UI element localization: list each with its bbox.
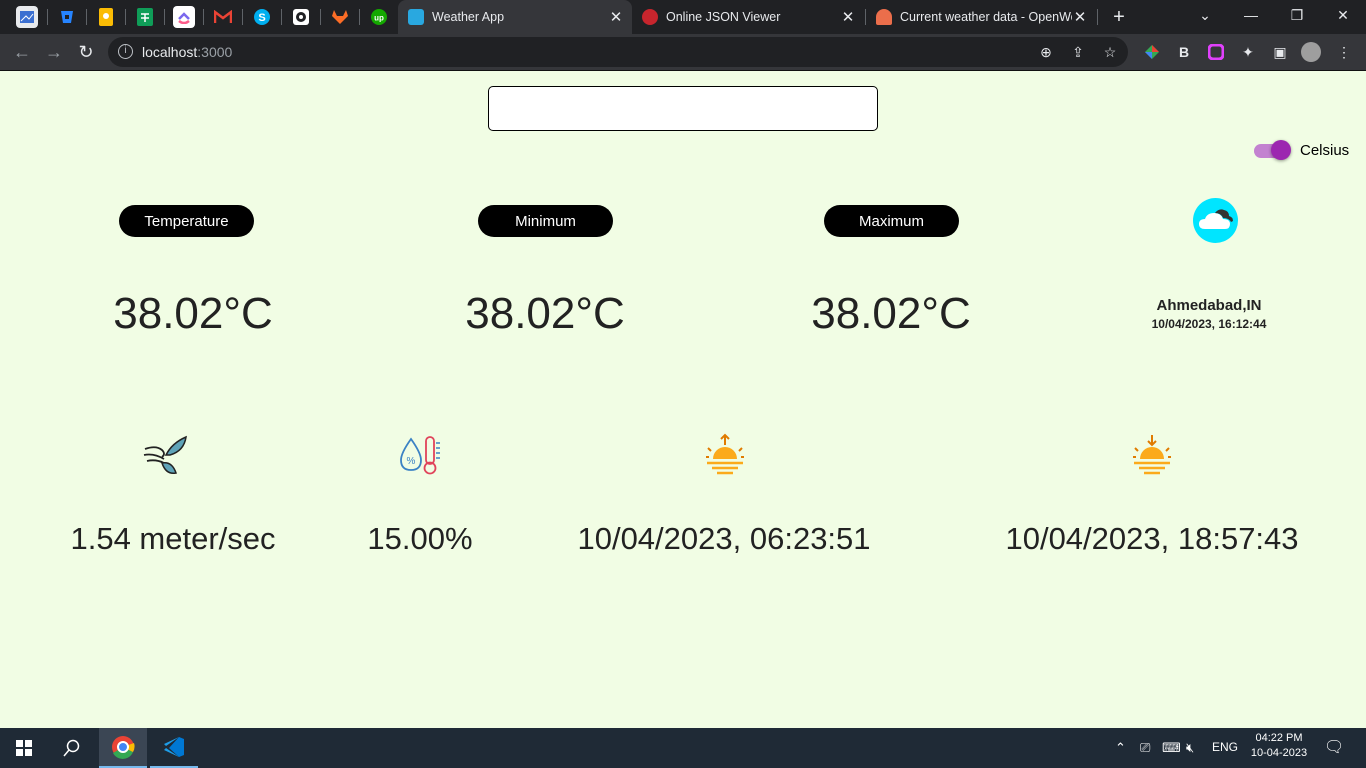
camera-icon[interactable] [290,6,312,28]
bitbucket-icon[interactable] [56,6,78,28]
tab-search-icon[interactable]: ⌄ [1182,0,1228,30]
extensions-puzzle-icon[interactable]: ✦ [1238,42,1258,62]
wind-icon [142,433,188,479]
minimum-label: Minimum [478,205,613,237]
tab-label: Current weather data - OpenWe [900,10,1072,24]
opera-icon [642,9,658,25]
weather-app-icon [408,9,424,25]
tab-label: Weather App [432,10,505,24]
search-icon[interactable] [48,728,96,768]
clock-date: 10-04-2023 [1250,747,1308,759]
sunrise-value: 10/04/2023, 06:23:51 [577,521,871,556]
show-hidden-icons-icon[interactable]: ⌃ [1115,740,1126,756]
zoom-icon[interactable]: ⊕ [1036,42,1056,62]
windows-taskbar: ⌃ ⎚ ⌨ 🔇︎ ENG 04:22 PM 10-04-2023 🗨︎ [0,728,1366,768]
screenshot-icon[interactable] [16,6,38,28]
clock[interactable]: 04:22 PM 10-04-2023 [1249,732,1309,759]
chrome-taskbar-icon[interactable] [99,728,147,768]
svg-text:S: S [258,12,265,24]
volume-muted-icon[interactable]: 🔇︎ [1186,740,1194,756]
share-icon[interactable]: ⇪ [1068,42,1088,62]
unit-label: Celsius [1300,142,1350,159]
minimum-value: 38.02°C [465,289,625,338]
openweather-icon [876,9,892,25]
sunrise-icon [702,433,748,479]
clock-time: 04:22 PM [1255,732,1303,744]
svg-text:up: up [374,14,384,23]
language-indicator[interactable]: ENG [1212,740,1238,754]
close-tab-icon[interactable]: ✕ [1072,8,1088,26]
upwork-icon[interactable]: up [368,6,390,28]
tab-openweather[interactable]: Current weather data - OpenWe ✕ [866,0,1096,34]
bookmark-star-icon[interactable]: ☆ [1100,42,1120,62]
humidity-value: 15.00% [367,521,473,556]
close-tab-icon[interactable]: ✕ [608,8,624,26]
maximum-label: Maximum [824,205,959,237]
skype-icon[interactable]: S [251,6,273,28]
tab-weather-app[interactable]: Weather App ✕ [398,0,632,34]
wind-speed-value: 1.54 meter/sec [70,521,276,556]
svg-text:%: % [407,456,416,467]
temperature-label: Temperature [119,205,254,237]
address-bar[interactable]: i localhost:3000 ⊕ ⇪ ☆ [108,37,1128,67]
side-panel-icon[interactable]: ▣ [1270,42,1290,62]
city-search-input[interactable] [488,86,878,131]
sunset-value: 10/04/2023, 18:57:43 [1005,521,1299,556]
sheets-icon[interactable] [134,6,156,28]
keep-icon[interactable] [95,6,117,28]
gitlab-icon[interactable] [329,6,351,28]
back-button[interactable]: ← [8,38,36,66]
network-icon[interactable]: ⌨ [1162,740,1181,756]
forward-button[interactable]: → [40,38,68,66]
close-window-button[interactable]: ✕ [1320,0,1366,30]
current-datetime: 10/04/2023, 16:12:44 [1151,317,1267,331]
new-tab-button[interactable]: + [1104,0,1134,34]
windows-start-icon[interactable] [0,728,48,768]
browser-toolbar: ← → ↻ i localhost:3000 ⊕ ⇪ ☆ B ✦ ▣ ⋮ [0,34,1366,70]
browser-tab-strip: S up Weather App ✕ Online JSON Viewer ✕ … [0,0,1366,34]
vscode-taskbar-icon[interactable] [150,728,198,768]
gradient-extension-icon[interactable] [1206,42,1226,62]
city-name: Ahmedabad,IN [1156,297,1262,314]
profile-avatar[interactable] [1301,42,1321,62]
weather-app: Celsius Temperature Minimum Maximum 38.0… [0,71,1366,728]
bold-extension-icon[interactable]: B [1174,42,1194,62]
notifications-icon[interactable]: 🗨︎ [1324,737,1344,757]
unit-toggle-switch[interactable] [1254,140,1291,160]
sunset-icon [1129,433,1175,479]
humidity-thermometer-icon: % [397,433,443,479]
maximum-value: 38.02°C [811,289,971,338]
restore-button[interactable]: ❐ [1274,0,1320,30]
minimize-button[interactable]: — [1228,0,1274,30]
site-info-icon[interactable]: i [118,44,133,59]
color-extension-icon[interactable] [1142,42,1162,62]
reload-button[interactable]: ↻ [72,38,100,66]
tab-json-viewer[interactable]: Online JSON Viewer ✕ [632,0,864,34]
close-tab-icon[interactable]: ✕ [840,8,856,26]
meet-now-icon[interactable]: ⎚ [1140,740,1150,756]
gmail-icon[interactable] [212,6,234,28]
temperature-value: 38.02°C [113,289,273,338]
tab-label: Online JSON Viewer [666,10,781,24]
menu-kebab-icon[interactable]: ⋮ [1334,42,1354,62]
cloud-icon [1193,198,1238,243]
clickup-icon[interactable] [173,6,195,28]
url-text: localhost:3000 [142,44,233,60]
